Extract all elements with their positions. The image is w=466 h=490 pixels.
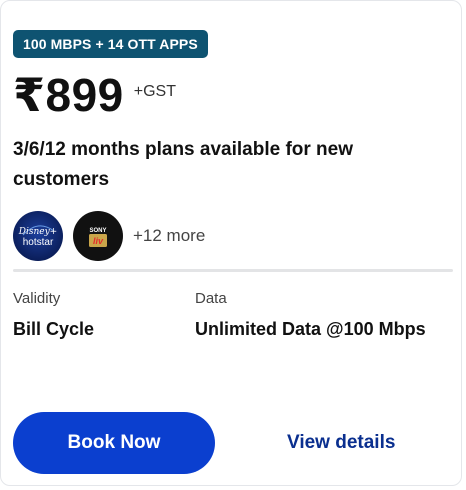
validity-label: Validity: [13, 290, 61, 307]
hotstar-logo-line1: Disney+: [18, 227, 57, 237]
data-info: Data Unlimited Data @100 Mbps: [195, 290, 426, 340]
sonyliv-icon: SONY liv: [89, 228, 107, 247]
disney-hotstar-logo: Disney+ hotstar: [13, 211, 63, 261]
price-row: ₹899 +GST: [13, 67, 176, 123]
plan-description: 3/6/12 months plans available for new cu…: [13, 139, 354, 190]
data-label: Data: [195, 290, 227, 307]
ott-apps-row: Disney+ hotstar SONY liv +12 more: [13, 210, 205, 262]
plan-card: 100 MBPS + 14 OTT APPS ₹899 +GST 3/6/12 …: [0, 0, 462, 486]
view-details-link[interactable]: View details: [287, 432, 395, 454]
sonyliv-logo-line1: SONY: [89, 228, 106, 234]
hotstar-logo-line2: hotstar: [23, 237, 54, 248]
sonyliv-logo-line2: liv: [93, 236, 104, 246]
plan-badge: 100 MBPS + 14 OTT APPS: [13, 30, 208, 58]
more-apps-link[interactable]: +12 more: [133, 226, 205, 246]
book-now-button[interactable]: Book Now: [13, 412, 215, 474]
sonyliv-logo: SONY liv: [73, 211, 123, 261]
plan-price: ₹899: [13, 69, 124, 121]
validity-info: Validity Bill Cycle: [13, 290, 94, 340]
validity-value: Bill Cycle: [13, 319, 95, 339]
data-value: Unlimited Data @100 Mbps: [195, 319, 426, 339]
section-divider: [13, 269, 453, 272]
disney-hotstar-icon: Disney+ hotstar: [18, 225, 57, 248]
gst-note: +GST: [133, 83, 176, 100]
